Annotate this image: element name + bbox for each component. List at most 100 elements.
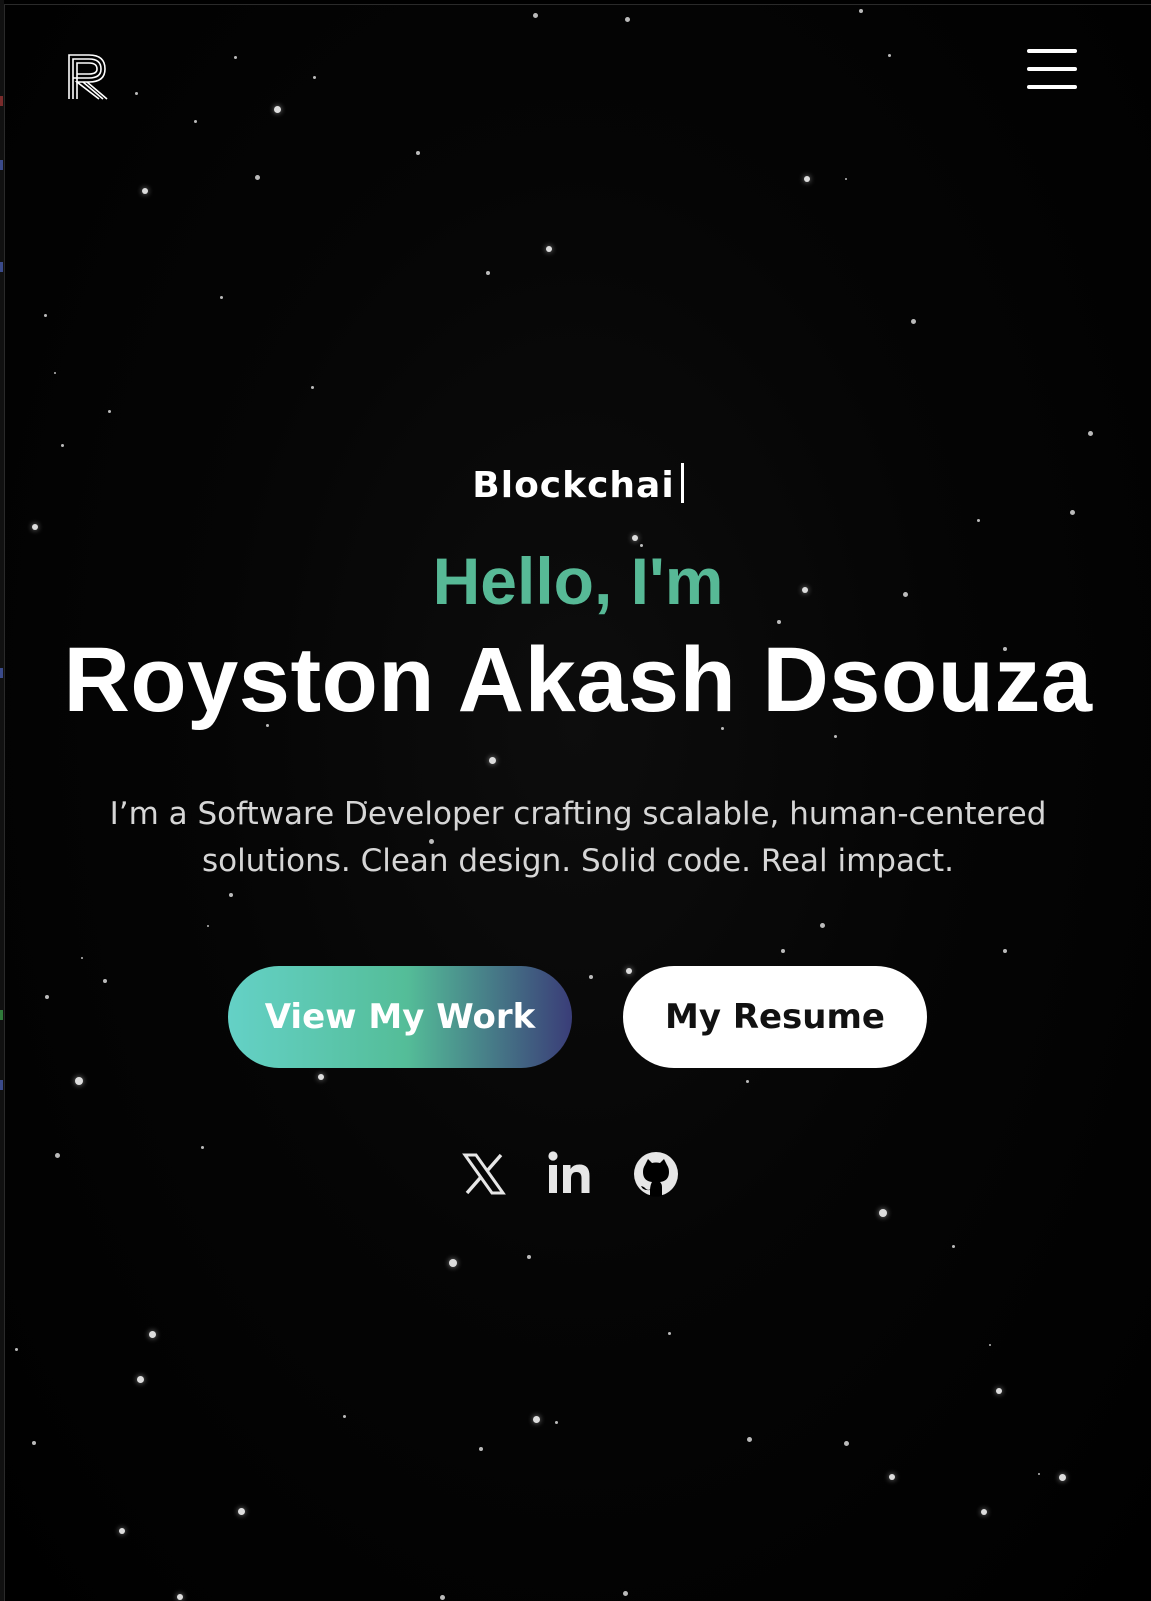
x-twitter-link[interactable] xyxy=(459,1149,509,1199)
star xyxy=(416,151,420,155)
star xyxy=(879,1209,887,1217)
social-links xyxy=(5,1149,1151,1201)
star xyxy=(219,295,223,299)
star xyxy=(589,975,593,979)
star xyxy=(207,925,209,927)
star xyxy=(81,957,83,959)
star xyxy=(310,385,314,389)
star xyxy=(845,178,847,180)
star xyxy=(1038,1473,1040,1475)
star xyxy=(134,91,138,95)
star xyxy=(479,1447,483,1451)
star xyxy=(449,1259,457,1267)
edge-mark xyxy=(0,262,3,272)
star xyxy=(136,1375,144,1383)
browser-frame: Blockchai Hello, I'm Royston Akash Dsouz… xyxy=(0,0,1151,1601)
star xyxy=(632,535,638,541)
star xyxy=(532,12,538,18)
typing-cursor xyxy=(680,463,684,503)
star xyxy=(981,1509,987,1515)
my-resume-button[interactable]: My Resume xyxy=(623,966,927,1068)
star xyxy=(843,1440,849,1446)
star xyxy=(318,1074,324,1080)
hero-tagline: I’m a Software Developer crafting scalab… xyxy=(85,791,1071,885)
star xyxy=(859,9,863,13)
star xyxy=(626,968,632,974)
star xyxy=(14,1347,18,1351)
star xyxy=(833,734,837,738)
star xyxy=(75,1077,83,1085)
tagline-line: solutions. Clean design. Solid code. Rea… xyxy=(201,843,955,879)
star xyxy=(54,372,56,374)
star xyxy=(342,1414,346,1418)
star xyxy=(103,979,107,983)
star xyxy=(32,524,38,530)
typed-text: Blockchai xyxy=(472,465,675,506)
edge-mark xyxy=(0,160,3,170)
star xyxy=(32,1441,36,1445)
star xyxy=(546,246,552,252)
star xyxy=(43,313,47,317)
star xyxy=(229,893,233,897)
star xyxy=(60,443,64,447)
hero-name: Royston Akash Dsouza xyxy=(63,629,1093,731)
star xyxy=(177,1594,183,1600)
page-viewport: Blockchai Hello, I'm Royston Akash Dsouz… xyxy=(4,4,1151,1601)
menu-bar xyxy=(1027,85,1077,89)
star xyxy=(193,119,197,123)
star xyxy=(622,1590,628,1596)
star xyxy=(119,1528,125,1534)
star xyxy=(486,271,490,275)
view-my-work-button[interactable]: View My Work xyxy=(228,966,572,1068)
tagline-line: I’m a Software Developer crafting scalab… xyxy=(109,796,1047,832)
star xyxy=(233,55,237,59)
star xyxy=(624,16,630,22)
github-icon xyxy=(634,1152,678,1197)
menu-bar xyxy=(1027,49,1077,53)
star xyxy=(532,1415,540,1423)
star xyxy=(819,922,825,928)
star xyxy=(887,53,891,57)
star xyxy=(273,105,281,113)
hamburger-menu-button[interactable] xyxy=(1025,49,1079,91)
star xyxy=(1087,430,1093,436)
star xyxy=(312,75,316,79)
star xyxy=(107,409,111,413)
star xyxy=(777,620,781,624)
typed-role-text: Blockchai xyxy=(5,463,1151,506)
edge-mark xyxy=(0,96,3,106)
star xyxy=(804,176,810,182)
star xyxy=(951,1244,955,1248)
linkedin-link[interactable] xyxy=(545,1149,595,1199)
star xyxy=(667,1331,671,1335)
star xyxy=(1003,949,1007,953)
star xyxy=(989,1344,991,1346)
logo[interactable] xyxy=(65,53,111,101)
star xyxy=(254,174,260,180)
edge-mark xyxy=(0,1010,3,1020)
star xyxy=(142,188,148,194)
greeting: Hello, I'm xyxy=(432,544,724,618)
star xyxy=(554,1420,558,1424)
edge-mark xyxy=(0,668,3,678)
star xyxy=(1069,509,1075,515)
x-twitter-icon xyxy=(462,1153,506,1195)
star xyxy=(910,318,916,324)
star xyxy=(781,949,785,953)
star xyxy=(148,1330,156,1338)
star xyxy=(746,1436,752,1442)
logo-icon xyxy=(68,54,108,100)
star xyxy=(527,1255,531,1259)
star xyxy=(889,1474,895,1480)
star xyxy=(237,1507,245,1515)
star xyxy=(996,1388,1002,1394)
menu-bar xyxy=(1027,67,1077,71)
star xyxy=(1058,1473,1066,1481)
star xyxy=(488,756,496,764)
star xyxy=(745,1079,749,1083)
edge-mark xyxy=(0,1080,3,1090)
star xyxy=(439,1594,445,1600)
star xyxy=(976,518,980,522)
star xyxy=(45,995,49,999)
github-link[interactable] xyxy=(631,1149,681,1199)
